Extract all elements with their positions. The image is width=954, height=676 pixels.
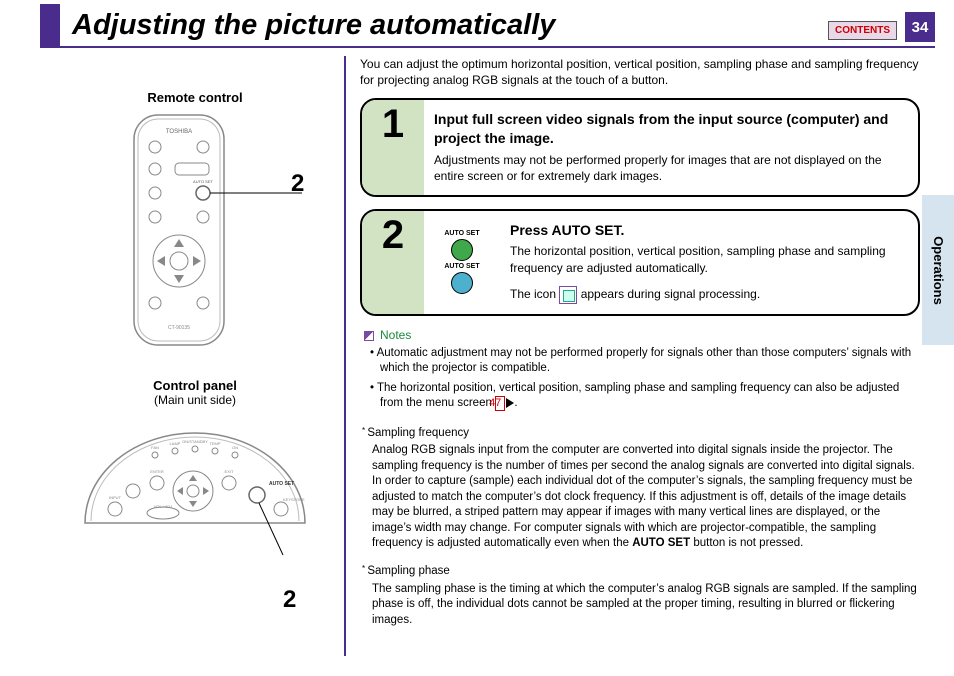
step-1-body: Adjustments may not be performed properl… xyxy=(434,152,904,184)
title-accent xyxy=(40,4,60,46)
svg-text:AUTO SET: AUTO SET xyxy=(193,179,213,184)
title-bar: Adjusting the picture automatically CONT… xyxy=(40,6,935,48)
page-ref-47[interactable]: 47 xyxy=(495,396,505,411)
step-2-content: Press AUTO SET. The horizontal position,… xyxy=(500,211,918,314)
step-2-body2: The icon appears during signal processin… xyxy=(510,286,904,304)
glossary-body-1-bold: AUTO SET xyxy=(632,537,690,549)
control-panel-label: Control panel xyxy=(55,378,335,393)
remote-control-label: Remote control xyxy=(135,90,255,105)
right-column: You can adjust the optimum horizontal po… xyxy=(360,56,920,640)
svg-text:ON/STANDBY: ON/STANDBY xyxy=(182,439,208,444)
svg-text:ON: ON xyxy=(232,445,238,450)
callout-panel-step2: 2 xyxy=(283,586,296,614)
step-2-button-icons: AUTO SET AUTO SET xyxy=(424,211,500,314)
step-2-body2a: The icon xyxy=(510,287,559,301)
step-2-body2b: appears during signal processing. xyxy=(581,287,760,301)
glossary-body-2: The sampling phase is the timing at whic… xyxy=(372,582,920,629)
glossary-sampling-frequency: Sampling frequency Analog RGB signals in… xyxy=(360,426,920,628)
svg-text:KEYSTONE: KEYSTONE xyxy=(283,497,305,502)
autoset-green-icon xyxy=(451,239,473,261)
glossary-body-1b: button is not pressed. xyxy=(693,537,803,549)
control-panel-illustration: FAN LAMP ON/STANDBY TEMP ON INPUT ENTER … xyxy=(55,413,335,566)
callout-remote-step2: 2 xyxy=(291,170,304,198)
left-column: Remote control TOSHIBA AUTO SET xyxy=(55,90,335,566)
processing-icon xyxy=(559,286,577,304)
section-tab-label: Operations xyxy=(931,236,946,305)
control-panel-sublabel: (Main unit side) xyxy=(55,393,335,407)
autoset-blue-icon xyxy=(451,272,473,294)
svg-text:ENTER: ENTER xyxy=(150,469,164,474)
notes-header: Notes xyxy=(364,328,920,342)
svg-text:EXIT: EXIT xyxy=(225,469,234,474)
autoset-label-bottom: AUTO SET xyxy=(444,263,479,270)
svg-text:INPUT: INPUT xyxy=(109,495,122,500)
contents-button[interactable]: CONTENTS xyxy=(828,21,897,40)
section-tab-operations[interactable]: Operations xyxy=(922,195,954,345)
autoset-label-top: AUTO SET xyxy=(444,230,479,237)
step-2-body1: The horizontal position, vertical positi… xyxy=(510,243,904,275)
svg-text:VOL / ADJ: VOL / ADJ xyxy=(154,504,173,509)
glossary-body-1a: Analog RGB signals input from the comput… xyxy=(372,444,915,549)
svg-text:FAN: FAN xyxy=(151,445,159,450)
step-1-box: 1 Input full screen video signals from t… xyxy=(360,98,920,196)
step-1-number: 1 xyxy=(382,104,404,144)
note-item-1: Automatic adjustment may not be performe… xyxy=(370,346,920,377)
svg-text:CT-90135: CT-90135 xyxy=(168,325,190,331)
remote-brand-label: TOSHIBA xyxy=(166,129,192,135)
svg-text:AUTO SET: AUTO SET xyxy=(269,481,294,487)
step-2-title: Press AUTO SET. xyxy=(510,221,904,240)
step-2-box: 2 AUTO SET AUTO SET Press AUTO SET. The … xyxy=(360,209,920,316)
step-2-number: 2 xyxy=(382,215,404,255)
step-1-title: Input full screen video signals from the… xyxy=(434,110,904,148)
step-1-content: Input full screen video signals from the… xyxy=(424,100,918,194)
glossary-term-2: Sampling phase xyxy=(372,564,920,580)
glossary-term-1: Sampling frequency xyxy=(372,426,920,442)
glossary-body-2a: The sampling phase is the timing at whic… xyxy=(372,583,917,626)
page-ref-arrow-icon xyxy=(506,398,514,408)
intro-text: You can adjust the optimum horizontal po… xyxy=(360,56,920,88)
svg-text:TEMP: TEMP xyxy=(209,441,220,446)
notes-list: Automatic adjustment may not be performe… xyxy=(360,346,920,412)
svg-text:LAMP: LAMP xyxy=(170,441,181,446)
vertical-divider xyxy=(344,56,346,656)
step-1-number-cell: 1 xyxy=(362,100,424,194)
note-item-2-text: The horizontal position, vertical positi… xyxy=(377,382,899,410)
step-2-number-cell: 2 xyxy=(362,211,424,314)
note-item-2: The horizontal position, vertical positi… xyxy=(370,381,920,412)
page-number: 34 xyxy=(905,12,935,42)
glossary-body-1: Analog RGB signals input from the comput… xyxy=(372,443,920,552)
page-title: Adjusting the picture automatically xyxy=(72,9,828,42)
remote-control-illustration: TOSHIBA AUTO SET CT-90135 xyxy=(55,111,335,354)
